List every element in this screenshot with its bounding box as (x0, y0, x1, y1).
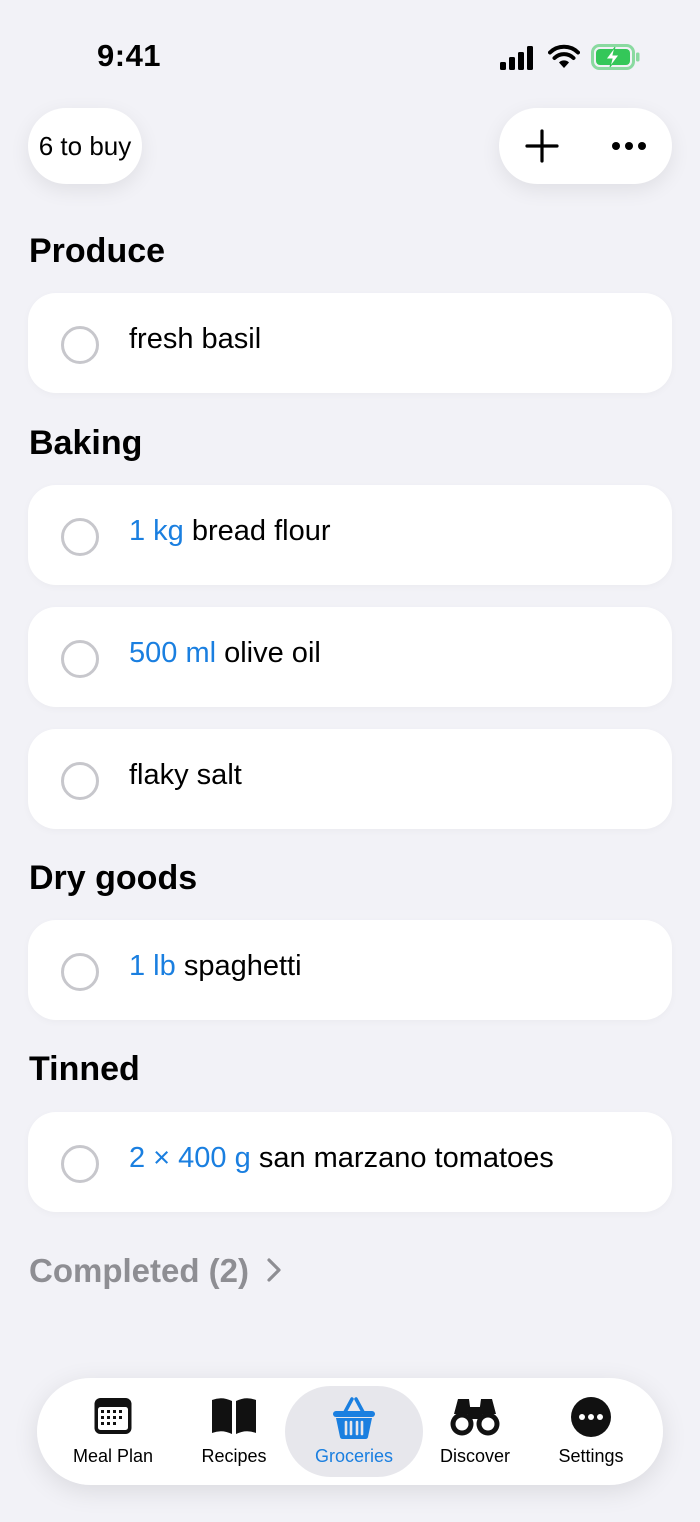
tab-label: Meal Plan (72, 1446, 154, 1466)
header-actions (499, 108, 672, 184)
chevron-right-icon (267, 1252, 281, 1290)
status-icons (500, 42, 645, 72)
section-title-produce: Produce (29, 232, 166, 270)
item-quantity: 500 ml (129, 637, 217, 669)
completed-label: Completed (2) (29, 1252, 250, 1289)
to-buy-count-button[interactable]: 6 to buy (28, 108, 142, 184)
tab-bar: Meal Plan Recipes Groceries Discover Set… (37, 1378, 663, 1485)
tab-meal-plan[interactable]: Meal Plan (53, 1378, 173, 1485)
item-name: olive oil (224, 637, 321, 669)
checkbox-circle[interactable] (61, 953, 99, 991)
item-text: 2 × 400 g san marzano tomatoes (129, 1142, 554, 1175)
checkbox-circle[interactable] (61, 518, 99, 556)
more-options-button[interactable] (586, 108, 672, 184)
item-text: 1 kg bread flour (129, 515, 331, 548)
ellipsis-circle-icon (539, 1396, 643, 1440)
ellipsis-icon (612, 142, 646, 150)
calendar-icon (53, 1396, 173, 1440)
checkbox-circle[interactable] (61, 326, 99, 364)
section-title-tinned: Tinned (29, 1050, 140, 1088)
item-quantity: 1 kg (129, 515, 184, 547)
grocery-item[interactable]: 500 ml olive oil (28, 607, 672, 707)
item-text: fresh basil (129, 323, 261, 356)
item-name: flaky salt (129, 759, 242, 791)
item-name: bread flour (191, 515, 331, 547)
add-item-button[interactable] (499, 108, 585, 184)
battery-charging-icon (591, 44, 640, 70)
tab-recipes[interactable]: Recipes (177, 1378, 291, 1485)
book-icon (177, 1396, 291, 1440)
to-buy-label: 6 to buy (38, 130, 132, 161)
binoculars-icon (421, 1396, 529, 1440)
tab-label: Discover (439, 1446, 510, 1466)
item-quantity: 1 lb (129, 950, 176, 982)
item-quantity: 2 × 400 g (129, 1142, 251, 1174)
status-bar: 9:41 (0, 0, 700, 100)
item-text: 500 ml olive oil (129, 637, 321, 670)
grocery-item[interactable]: 2 × 400 g san marzano tomatoes (28, 1112, 672, 1212)
grocery-item[interactable]: 1 lb spaghetti (28, 920, 672, 1020)
grocery-item[interactable]: 1 kg bread flour (28, 485, 672, 585)
section-title-dry-goods: Dry goods (29, 859, 198, 897)
item-text: 1 lb spaghetti (129, 950, 302, 983)
grocery-item[interactable]: flaky salt (28, 729, 672, 829)
tab-label: Settings (558, 1446, 624, 1466)
signal-icon (500, 46, 533, 70)
tab-label: Groceries (314, 1446, 394, 1466)
item-name: spaghetti (183, 950, 302, 982)
status-time: 9:41 (97, 38, 162, 73)
item-text: flaky salt (129, 759, 242, 792)
tab-groceries[interactable]: Groceries (285, 1378, 423, 1485)
checkbox-circle[interactable] (61, 762, 99, 800)
item-name: fresh basil (129, 323, 262, 355)
section-title-baking: Baking (29, 424, 143, 462)
tab-discover[interactable]: Discover (421, 1378, 529, 1485)
plus-icon (525, 129, 559, 163)
basket-icon (285, 1396, 423, 1440)
wifi-icon (548, 44, 580, 68)
checkbox-circle[interactable] (61, 1145, 99, 1183)
item-name: san marzano tomatoes (258, 1142, 554, 1174)
completed-toggle[interactable]: Completed (2) (29, 1252, 281, 1290)
tab-settings[interactable]: Settings (539, 1378, 643, 1485)
grocery-item[interactable]: fresh basil (28, 293, 672, 393)
tab-label: Recipes (201, 1446, 267, 1466)
checkbox-circle[interactable] (61, 640, 99, 678)
